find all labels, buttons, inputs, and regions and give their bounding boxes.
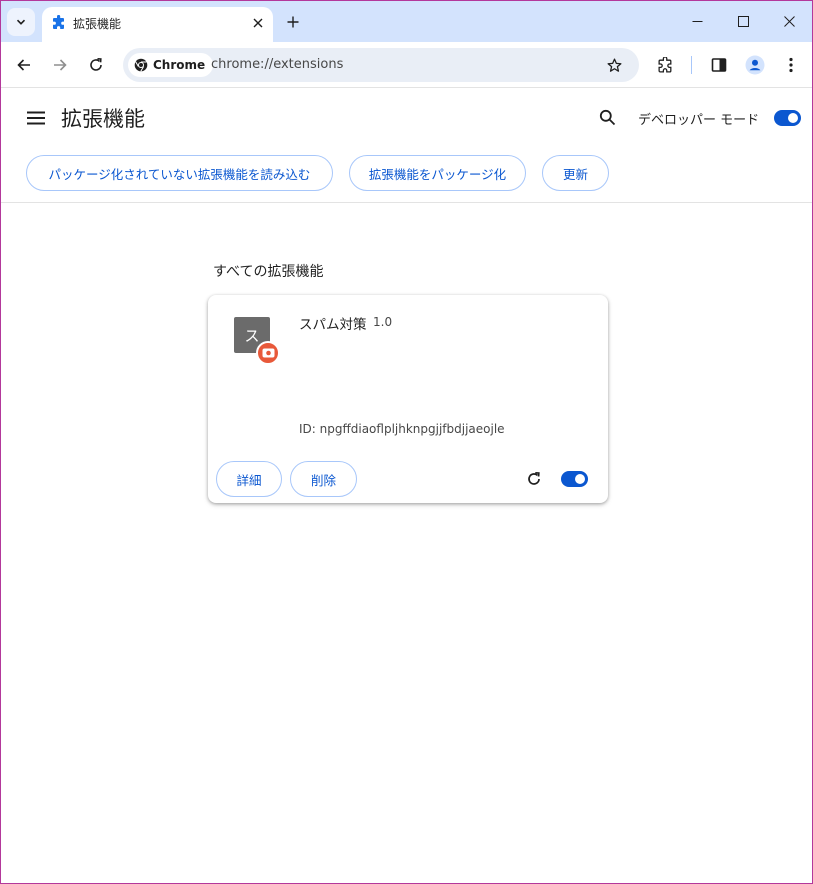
- tab-search-button[interactable]: [7, 8, 35, 36]
- pack-extension-button[interactable]: 拡張機能をパッケージ化: [349, 155, 526, 191]
- extension-version: 1.0: [373, 315, 393, 329]
- new-tab-button[interactable]: [281, 10, 305, 34]
- plus-icon: [287, 16, 299, 28]
- url-text[interactable]: chrome://extensions: [211, 57, 343, 72]
- chevron-down-icon: [16, 19, 26, 25]
- arrow-left-icon: [17, 59, 30, 71]
- avatar-icon: [745, 55, 765, 75]
- puzzle-icon: [53, 15, 64, 29]
- profile-button[interactable]: [741, 51, 769, 79]
- page-title: 拡張機能: [61, 107, 145, 131]
- maximize-button[interactable]: [720, 1, 766, 42]
- tab-title: 拡張機能: [73, 17, 122, 31]
- reload-button[interactable]: [82, 51, 110, 79]
- puzzle-icon: [657, 56, 671, 73]
- chip-label: Chrome: [153, 58, 206, 72]
- search-extensions-button[interactable]: [595, 105, 619, 129]
- close-icon: [783, 16, 795, 27]
- search-icon: [599, 109, 615, 125]
- browser-window: 拡張機能 Chrome chrome://extensions 拡張機能 デベロ…: [0, 0, 813, 884]
- window-close-button[interactable]: [766, 1, 812, 42]
- omnibox[interactable]: Chrome chrome://extensions: [123, 48, 639, 82]
- toolbar: Chrome chrome://extensions: [1, 42, 812, 88]
- maximize-icon: [737, 16, 749, 27]
- developer-mode-toggle[interactable]: [774, 110, 801, 126]
- site-info-chip[interactable]: Chrome: [128, 53, 214, 77]
- side-panel-button[interactable]: [705, 51, 733, 79]
- extension-id: ID: npgffdiaoflpljhknpgjjfbdjjaeojle: [299, 422, 505, 436]
- remove-button[interactable]: 削除: [290, 461, 357, 497]
- tab-close-button[interactable]: [248, 13, 268, 33]
- minimize-icon: [692, 21, 702, 22]
- extensions-header: 拡張機能 デベロッパー モード パッケージ化されていない拡張機能を読み込む 拡張…: [1, 89, 812, 203]
- forward-button[interactable]: [46, 51, 74, 79]
- more-vert-icon: [789, 57, 793, 73]
- tab-extensions[interactable]: 拡張機能: [42, 7, 273, 42]
- minimize-button[interactable]: [674, 1, 720, 42]
- toolbar-divider: [691, 56, 692, 74]
- extension-card: ス スパム対策 1.0 ID: npgffdiaoflpljhknpgjjfbd…: [208, 295, 608, 503]
- menu-icon: [27, 111, 45, 125]
- details-button[interactable]: 詳細: [216, 461, 282, 497]
- load-unpacked-button[interactable]: パッケージ化されていない拡張機能を読み込む: [26, 155, 333, 191]
- chrome-icon: [134, 58, 148, 72]
- bookmark-button[interactable]: [603, 54, 625, 76]
- tab-strip: 拡張機能: [1, 1, 812, 42]
- extension-badge: [256, 341, 280, 365]
- extension-enable-toggle[interactable]: [561, 471, 588, 487]
- developer-mode-label: デベロッパー モード: [638, 113, 760, 128]
- main-menu-button[interactable]: [25, 107, 47, 129]
- back-button[interactable]: [10, 51, 38, 79]
- update-button[interactable]: 更新: [542, 155, 609, 191]
- star-icon: [606, 57, 622, 72]
- extensions-menu-button[interactable]: [651, 51, 679, 79]
- arrow-right-icon: [54, 59, 67, 71]
- extension-name: スパム対策: [299, 317, 367, 333]
- camera-icon: [262, 348, 274, 358]
- reload-extension-button[interactable]: [522, 467, 546, 491]
- side-panel-icon: [711, 58, 727, 72]
- section-title: すべての拡張機能: [213, 264, 324, 280]
- reload-icon: [528, 471, 540, 485]
- reload-icon: [90, 58, 102, 71]
- close-icon: [253, 18, 263, 28]
- chrome-menu-button[interactable]: [777, 51, 805, 79]
